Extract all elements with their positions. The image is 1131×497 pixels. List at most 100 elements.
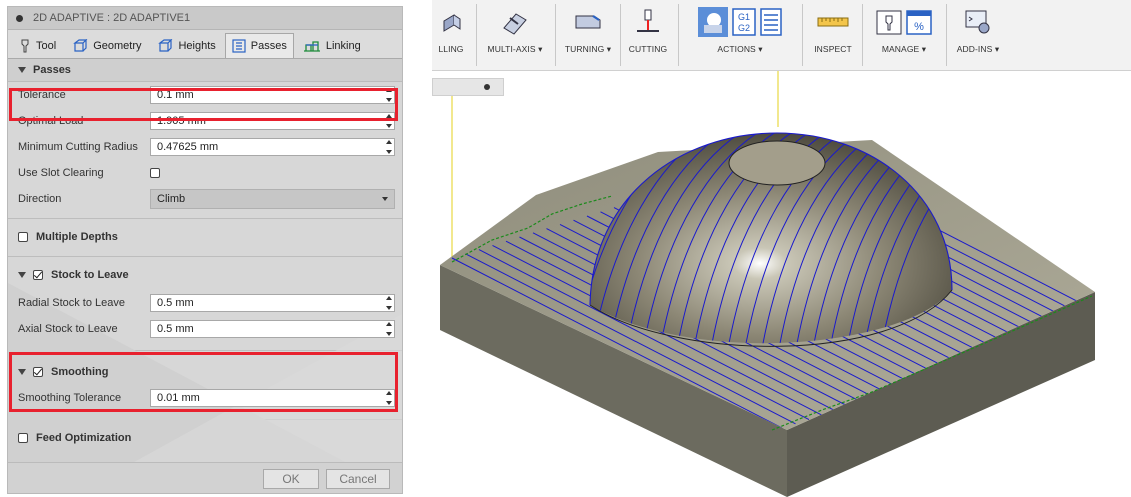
direction-select[interactable]: Climb (150, 189, 395, 209)
toolbar-group-add-ins[interactable]: ADD-INS ▾ (950, 0, 1006, 70)
spinner-icon[interactable] (386, 322, 392, 336)
tolerance-value: 0.1 mm (157, 89, 194, 101)
tool-library-icon[interactable] (876, 8, 902, 36)
collapse-arrow-icon (18, 369, 26, 375)
tab-label: Linking (325, 40, 361, 52)
divider (8, 256, 402, 257)
smoothing-tolerance-label: Smoothing Tolerance (18, 392, 122, 404)
svg-text:G2: G2 (738, 23, 750, 33)
toolbar-separator (802, 4, 803, 66)
smoothing-tolerance-value: 0.01 mm (157, 392, 200, 404)
dialog-status-icon (16, 14, 23, 22)
toolbar-separator (862, 4, 863, 66)
spinner-icon[interactable] (386, 140, 392, 154)
toolbar-group-cutting[interactable]: CUTTING (624, 0, 672, 70)
dialog-title-bar[interactable]: 2D ADAPTIVE : 2D ADAPTIVE1 (8, 7, 402, 30)
post-library-icon[interactable]: % (906, 8, 932, 36)
ok-button[interactable]: OK (263, 469, 319, 489)
browser-strip[interactable] (432, 78, 504, 96)
toolbar-group-turning[interactable]: TURNING ▾ (560, 0, 616, 70)
setup-sheet-icon[interactable] (760, 8, 782, 36)
min-cutting-radius-row: Minimum Cutting Radius 0.47625 mm (8, 134, 402, 160)
smoothing-tolerance-row: Smoothing Tolerance 0.01 mm (8, 385, 402, 411)
tab-heights[interactable]: Heights (150, 33, 222, 58)
axial-stock-input[interactable]: 0.5 mm (150, 320, 395, 338)
tab-passes[interactable]: Passes (224, 33, 294, 58)
smoothing-checkbox[interactable] (33, 367, 43, 377)
tab-label: Heights (178, 40, 216, 52)
feed-optimization-label: Feed Optimization (36, 432, 132, 444)
geometry-icon (73, 39, 88, 52)
optimal-load-input[interactable]: 1.905 mm (150, 112, 395, 130)
stock-to-leave-label: Stock to Leave (51, 269, 129, 281)
stock-to-leave-checkbox[interactable] (33, 270, 43, 280)
multiple-depths-header[interactable]: Multiple Depths (8, 222, 402, 252)
spinner-icon[interactable] (386, 114, 392, 128)
toolbar-group-multi-axis[interactable]: MULTI-AXIS ▾ (482, 0, 548, 70)
svg-text:%: % (914, 21, 924, 33)
model-scene[interactable] (432, 0, 1131, 497)
min-cutting-radius-input[interactable]: 0.47625 mm (150, 138, 395, 156)
toolbar-group-label: ADD-INS ▾ (956, 44, 1000, 54)
toolbar-group-label: CUTTING (628, 44, 668, 54)
feed-optimization-header[interactable]: Feed Optimization (8, 423, 402, 453)
spinner-icon[interactable] (386, 88, 392, 102)
slot-clearing-row: Use Slot Clearing (8, 160, 402, 186)
toolbar-group-milling[interactable]: LLING (436, 0, 466, 70)
toolbar-group-label: INSPECT (814, 44, 852, 54)
slot-clearing-checkbox[interactable] (150, 168, 160, 178)
tab-tool[interactable]: Tool (12, 33, 63, 58)
toolbar-separator (555, 4, 556, 66)
toolbar-group-inspect[interactable]: INSPECT (808, 0, 858, 70)
milling-icon (443, 14, 461, 32)
simulate-icon[interactable] (698, 7, 728, 37)
spinner-icon[interactable] (386, 296, 392, 310)
heights-icon (158, 39, 173, 52)
linking-icon (303, 41, 320, 52)
tolerance-input[interactable]: 0.1 mm (150, 86, 395, 104)
tolerance-row: Tolerance 0.1 mm (8, 82, 402, 108)
cutting-icon (637, 9, 659, 32)
stock-to-leave-header[interactable]: Stock to Leave (8, 260, 402, 290)
multiple-depths-checkbox[interactable] (18, 232, 28, 242)
tab-label: Passes (250, 40, 287, 52)
collapse-arrow-icon (18, 67, 26, 73)
collapse-arrow-icon (18, 272, 26, 278)
passes-icon (232, 39, 246, 53)
min-cutting-radius-label: Minimum Cutting Radius (18, 141, 138, 153)
toolbar-separator (476, 4, 477, 66)
toolbar: LLING MULTI-AXIS ▾ TURNING ▾ CUTTING G1 G… (432, 0, 1131, 71)
optimal-load-label: Optimal Load (18, 115, 84, 127)
tab-label: Geometry (93, 40, 142, 52)
toolbar-group-label: TURNING ▾ (564, 44, 612, 54)
section-title: Passes (33, 64, 71, 76)
svg-text:G1: G1 (738, 12, 750, 22)
direction-value: Climb (157, 193, 186, 205)
toolbar-group-actions[interactable]: G1 G2 ACTIONS ▾ (684, 0, 796, 70)
optimal-load-row: Optimal Load 1.905 mm (8, 108, 402, 134)
toolbar-separator (946, 4, 947, 66)
toolbar-separator (620, 4, 621, 66)
toolbar-separator (678, 4, 679, 66)
spinner-icon[interactable] (386, 391, 392, 405)
smoothing-header[interactable]: Smoothing (8, 357, 402, 387)
radial-stock-label: Radial Stock to Leave (18, 297, 126, 309)
toolbar-group-label: ACTIONS ▾ (717, 44, 763, 54)
feed-optimization-checkbox[interactable] (18, 433, 28, 443)
post-process-icon[interactable]: G1G2 (732, 8, 756, 36)
passes-section-header[interactable]: Passes (8, 59, 402, 82)
toolbar-group-manage[interactable]: % MANAGE ▾ (866, 0, 942, 70)
cam-viewport[interactable]: LLING MULTI-AXIS ▾ TURNING ▾ CUTTING G1 G… (432, 0, 1131, 497)
smoothing-tolerance-input[interactable]: 0.01 mm (150, 389, 395, 407)
toolbar-group-label: MANAGE ▾ (881, 44, 927, 54)
divider (8, 350, 402, 351)
cancel-button[interactable]: Cancel (326, 469, 390, 489)
axial-stock-row: Axial Stock to Leave 0.5 mm (8, 316, 402, 342)
smoothing-label: Smoothing (51, 366, 109, 378)
tab-linking[interactable]: Linking (296, 33, 368, 58)
radial-stock-input[interactable]: 0.5 mm (150, 294, 395, 312)
dome-top-flat (728, 140, 826, 186)
axial-stock-label: Axial Stock to Leave (18, 323, 118, 335)
tab-label: Tool (36, 40, 57, 52)
tab-geometry[interactable]: Geometry (65, 33, 148, 58)
